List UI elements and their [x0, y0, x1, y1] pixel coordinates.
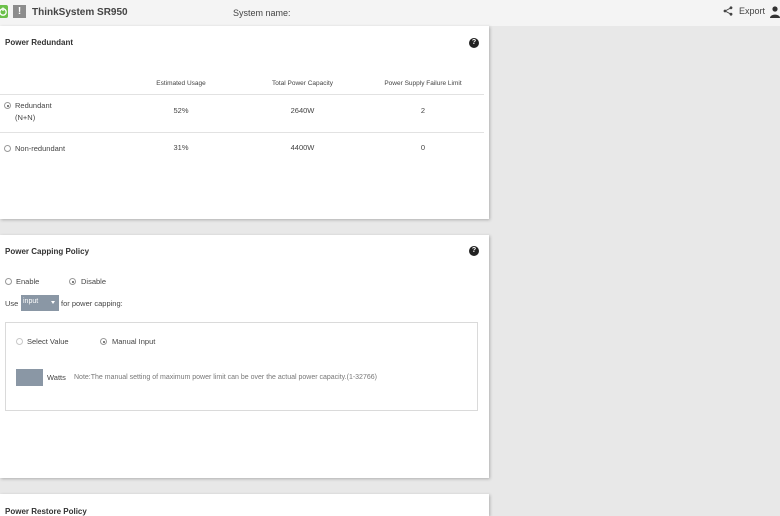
select-value-radio[interactable]: [16, 338, 23, 345]
non-redundant-label[interactable]: Non-redundant: [15, 143, 65, 154]
disable-radio[interactable]: [69, 278, 76, 285]
system-name-label: System name:: [233, 8, 291, 18]
redundant-failure-limit: 2: [420, 106, 426, 115]
table-row-divider: [0, 132, 484, 133]
capping-note: Note:The manual setting of maximum power…: [74, 374, 377, 381]
non-redundant-failure-limit: 0: [420, 143, 426, 152]
redundant-radio[interactable]: [4, 102, 11, 109]
chevron-down-icon: [51, 301, 55, 304]
power-redundant-panel: [0, 26, 489, 219]
redundant-sublabel: (N+N): [15, 113, 36, 122]
watts-input[interactable]: [16, 369, 43, 386]
use-label: Use: [5, 299, 19, 308]
non-redundant-total-capacity: 4400W: [290, 143, 315, 152]
select-value-label[interactable]: Select Value: [27, 336, 69, 347]
warning-icon[interactable]: !: [13, 5, 26, 18]
help-icon[interactable]: ?: [469, 38, 479, 48]
manual-input-radio[interactable]: [100, 338, 107, 345]
capping-mode-value: input: [23, 298, 39, 305]
table-header-divider: [0, 94, 484, 95]
non-redundant-estimated-usage: 31%: [173, 143, 189, 152]
top-bar: ! ThinkSystem SR950 System name: Export: [0, 0, 780, 26]
watts-label: Watts: [47, 373, 66, 382]
user-icon[interactable]: [770, 6, 780, 18]
capping-mode-select[interactable]: input: [21, 295, 59, 311]
disable-label[interactable]: Disable: [81, 276, 106, 287]
export-label: Export: [739, 6, 766, 16]
power-icon: [0, 5, 8, 18]
for-power-capping-label: for power capping:: [61, 299, 123, 308]
share-icon: [723, 6, 733, 16]
enable-label[interactable]: Enable: [16, 276, 39, 287]
column-header-failure-limit: Power Supply Failure Limit: [384, 80, 462, 87]
redundant-total-capacity: 2640W: [290, 106, 315, 115]
manual-input-label[interactable]: Manual Input: [112, 336, 155, 347]
capping-settings-box: [5, 322, 478, 411]
redundant-estimated-usage: 52%: [173, 106, 189, 115]
enable-radio[interactable]: [5, 278, 12, 285]
power-redundant-title: Power Redundant: [5, 38, 74, 47]
product-name: ThinkSystem SR950: [32, 7, 128, 18]
power-restore-title: Power Restore Policy: [5, 507, 87, 516]
non-redundant-radio[interactable]: [4, 145, 11, 152]
power-capping-title: Power Capping Policy: [5, 247, 90, 256]
column-header-estimated-usage: Estimated Usage: [156, 80, 206, 87]
redundant-label[interactable]: Redundant: [15, 100, 52, 111]
column-header-total-power-capacity: Total Power Capacity: [271, 80, 334, 87]
export-button[interactable]: Export: [723, 6, 765, 16]
help-icon[interactable]: ?: [469, 246, 479, 256]
